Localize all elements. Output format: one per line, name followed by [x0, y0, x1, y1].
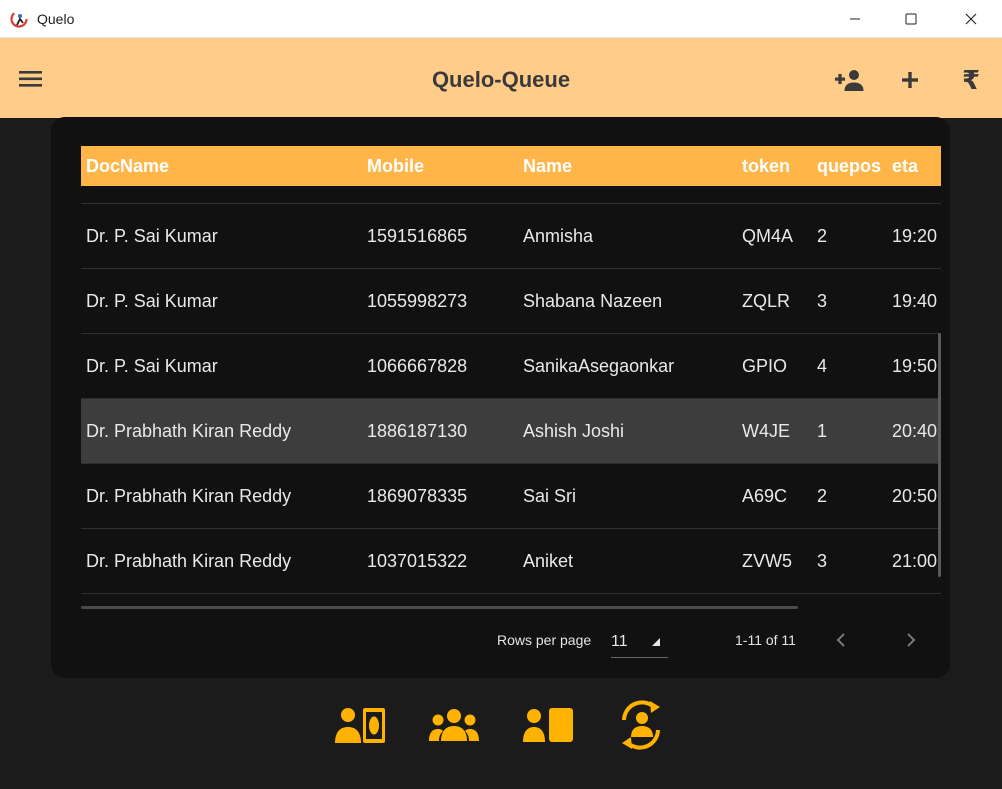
table-row[interactable]: Dr. P. Sai Kumar 1066667828 SanikaAsegao… [81, 333, 941, 398]
person-sync-icon [622, 700, 660, 750]
cell-docname: Dr. Prabhath Kiran Reddy [86, 551, 292, 571]
table-bottom-divider [81, 593, 941, 594]
vertical-scrollbar[interactable] [938, 333, 941, 577]
cell-token: GPIO [742, 356, 788, 376]
cell-token: ZVW5 [742, 551, 793, 571]
cell-mobile: 1869078335 [367, 486, 468, 506]
column-header-quepos[interactable]: quepos [817, 156, 881, 177]
next-page-button[interactable] [898, 627, 924, 653]
person-card-icon [523, 708, 573, 742]
window-titlebar: Quelo [0, 0, 1002, 38]
cell-eta: 19:20 [892, 226, 938, 246]
nav-sync-button[interactable] [613, 700, 669, 750]
column-header-name[interactable]: Name [523, 156, 572, 177]
nav-cards-button[interactable] [520, 700, 576, 750]
cell-docname: Dr. P. Sai Kumar [86, 226, 218, 246]
column-header-docname[interactable]: DocName [86, 156, 169, 177]
cell-quepos: 2 [817, 226, 828, 246]
add-user-button[interactable] [834, 66, 866, 94]
minimize-button[interactable] [826, 0, 884, 38]
pagination-range: 1-11 of 11 [735, 632, 796, 648]
rows-per-page-select[interactable]: 11 [611, 626, 668, 658]
cell-name: SanikaAsegaonkar [523, 356, 675, 376]
payment-button[interactable]: ₹ [955, 64, 987, 95]
minimize-icon [850, 18, 860, 20]
table-row[interactable]: Dr. Prabhath Kiran Reddy 1869078335 Sai … [81, 463, 941, 528]
cell-mobile: 1591516865 [367, 226, 468, 246]
dropdown-arrow-icon [652, 638, 660, 646]
rows-per-page-label: Rows per page [497, 632, 592, 648]
table-row-selected[interactable]: Dr. Prabhath Kiran Reddy 1886187130 Ashi… [81, 398, 941, 463]
window-title: Quelo [37, 11, 75, 27]
rupee-icon: ₹ [961, 64, 981, 95]
nav-groups-button[interactable] [426, 700, 482, 750]
cell-token: W4JE [742, 421, 791, 441]
table-body: Dr. P. Sai Kumar 1591516865 Anmisha QM4A… [81, 203, 941, 593]
cell-name: Shabana Nazeen [523, 291, 663, 311]
cell-quepos: 2 [817, 486, 828, 506]
cell-token: A69C [742, 486, 788, 506]
cell-token: QM4A [742, 226, 794, 246]
chevron-right-icon [907, 633, 916, 647]
column-header-mobile[interactable]: Mobile [367, 156, 424, 177]
queue-table-card: DocName Mobile Name token quepos eta Dr.… [51, 117, 950, 678]
column-header-eta[interactable]: eta [892, 156, 918, 177]
chevron-left-icon [836, 633, 845, 647]
horizontal-scrollbar[interactable] [81, 606, 798, 609]
cell-docname: Dr. P. Sai Kumar [86, 291, 218, 311]
cell-eta: 20:50 [892, 486, 938, 506]
cell-quepos: 3 [817, 551, 828, 571]
table-row[interactable]: Dr. Prabhath Kiran Reddy 1037015322 Anik… [81, 528, 941, 593]
cell-name: Ashish Joshi [523, 421, 625, 441]
nav-payments-button[interactable] [332, 700, 388, 750]
table-row[interactable]: Dr. P. Sai Kumar 1055998273 Shabana Naze… [81, 268, 941, 333]
cell-quepos: 1 [817, 421, 828, 441]
cell-docname: Dr. Prabhath Kiran Reddy [86, 421, 292, 441]
add-button[interactable] [894, 66, 926, 94]
person-payment-icon [335, 708, 385, 743]
maximize-button[interactable] [882, 0, 940, 38]
cell-quepos: 4 [817, 356, 828, 376]
rows-per-page-value: 11 [611, 633, 628, 650]
app-bar: Quelo-Queue ₹ [0, 38, 1002, 118]
cell-eta: 21:00 [892, 551, 938, 571]
maximize-icon [905, 13, 917, 25]
cell-name: Sai Sri [523, 486, 577, 506]
app-logo-icon [10, 10, 28, 28]
plus-icon [902, 72, 918, 88]
previous-page-button[interactable] [828, 627, 854, 653]
cell-name: Aniket [523, 551, 574, 571]
cell-eta: 19:40 [892, 291, 938, 311]
cell-eta: 20:40 [892, 421, 938, 441]
cell-mobile: 1037015322 [367, 551, 468, 571]
table-header: DocName Mobile Name token quepos eta [81, 146, 941, 186]
group-icon [429, 709, 479, 741]
cell-docname: Dr. Prabhath Kiran Reddy [86, 486, 292, 506]
add-person-icon [835, 70, 864, 91]
cell-quepos: 3 [817, 291, 828, 311]
cell-mobile: 1055998273 [367, 291, 468, 311]
column-header-token[interactable]: token [742, 156, 790, 177]
cell-eta: 19:50 [892, 356, 938, 376]
cell-docname: Dr. P. Sai Kumar [86, 356, 218, 376]
close-icon [965, 13, 977, 25]
cell-name: Anmisha [523, 226, 594, 246]
cell-mobile: 1886187130 [367, 421, 468, 441]
cell-token: ZQLR [742, 291, 791, 311]
close-button[interactable] [942, 0, 1000, 38]
cell-mobile: 1066667828 [367, 356, 468, 376]
table-row[interactable]: Dr. P. Sai Kumar 1591516865 Anmisha QM4A… [81, 203, 941, 268]
